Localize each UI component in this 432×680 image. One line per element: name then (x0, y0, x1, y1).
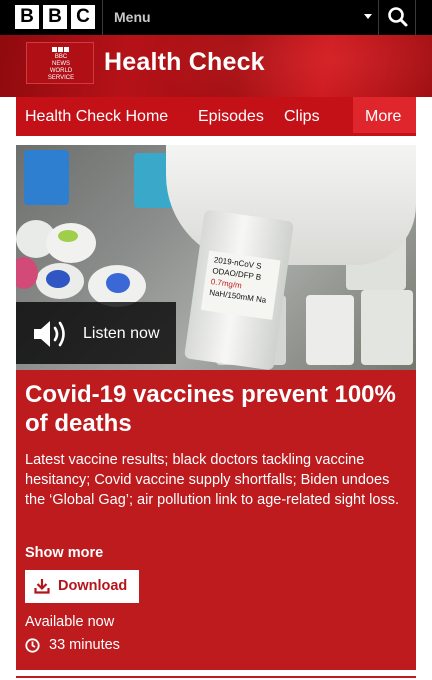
world-service-logo-blocks (52, 47, 69, 52)
listen-now-button[interactable]: Listen now (16, 302, 176, 364)
speaker-icon (34, 321, 65, 347)
vial-white (361, 290, 413, 365)
vial-white (306, 295, 354, 365)
programme-title[interactable]: Health Check (104, 48, 265, 77)
duration-label: 33 minutes (49, 637, 120, 653)
logo-line-bbc: BBC (54, 54, 68, 60)
bbc-logo-letter-c: C (71, 5, 95, 29)
nav-item-clips[interactable]: Clips (284, 108, 320, 126)
episode-description: Latest vaccine results; black doctors ta… (25, 452, 399, 508)
vial-cap-pink (16, 257, 38, 289)
menu-label: Menu (114, 9, 151, 25)
nav-more-button[interactable]: More (353, 97, 416, 133)
nav-more-label: More (365, 108, 402, 125)
logo-line-service: SERVICE (47, 75, 75, 81)
episode-title[interactable]: Covid-19 vaccines prevent 100% of deaths (25, 380, 407, 438)
vial-cap-green (58, 230, 78, 242)
bbc-topbar: B B C Menu (0, 0, 432, 35)
search-button[interactable] (378, 0, 416, 35)
show-more-link[interactable]: Show more (25, 545, 103, 561)
bbc-logo[interactable]: B B C (15, 5, 95, 29)
episode-image[interactable]: 2019-nCoV S ODAO/DFP B 0.7mg/m NaH/150mM… (16, 145, 416, 370)
vial-blue (24, 150, 69, 205)
listen-now-label: Listen now (83, 325, 160, 342)
nav-item-episodes[interactable]: Episodes (198, 108, 264, 126)
availability-text: Available now (25, 614, 115, 630)
logo-line-world: WORLD (49, 68, 73, 74)
download-button[interactable]: Download (25, 570, 139, 603)
programme-header: BBC NEWS WORLD SERVICE Health Check (0, 35, 432, 97)
vial-cap-blue (106, 273, 130, 293)
bbc-logo-letter-b1: B (15, 5, 39, 29)
vial-label-line-4: NaH/150mM Na (208, 287, 267, 305)
logo-line-news: NEWS (52, 61, 70, 67)
menu-button[interactable]: Menu (102, 0, 378, 35)
clock-icon (25, 638, 40, 653)
vial-cap (46, 223, 96, 263)
card-divider (16, 676, 416, 678)
download-icon (34, 579, 50, 594)
vial-label: 2019-nCoV S ODAO/DFP B 0.7mg/m NaH/150mM… (200, 250, 281, 320)
episode-card: 2019-nCoV S ODAO/DFP B 0.7mg/m NaH/150mM… (16, 145, 416, 670)
download-label: Download (58, 578, 128, 594)
caret-down-icon (364, 14, 372, 19)
vial-cap-blue (46, 270, 70, 288)
bbc-world-service-logo[interactable]: BBC NEWS WORLD SERVICE (26, 42, 94, 84)
bbc-logo-letter-b2: B (43, 5, 67, 29)
nav-item-health-check-home[interactable]: Health Check Home (25, 108, 168, 126)
programme-nav: Health Check Home Episodes Clips More (16, 97, 416, 136)
search-icon (388, 7, 408, 27)
